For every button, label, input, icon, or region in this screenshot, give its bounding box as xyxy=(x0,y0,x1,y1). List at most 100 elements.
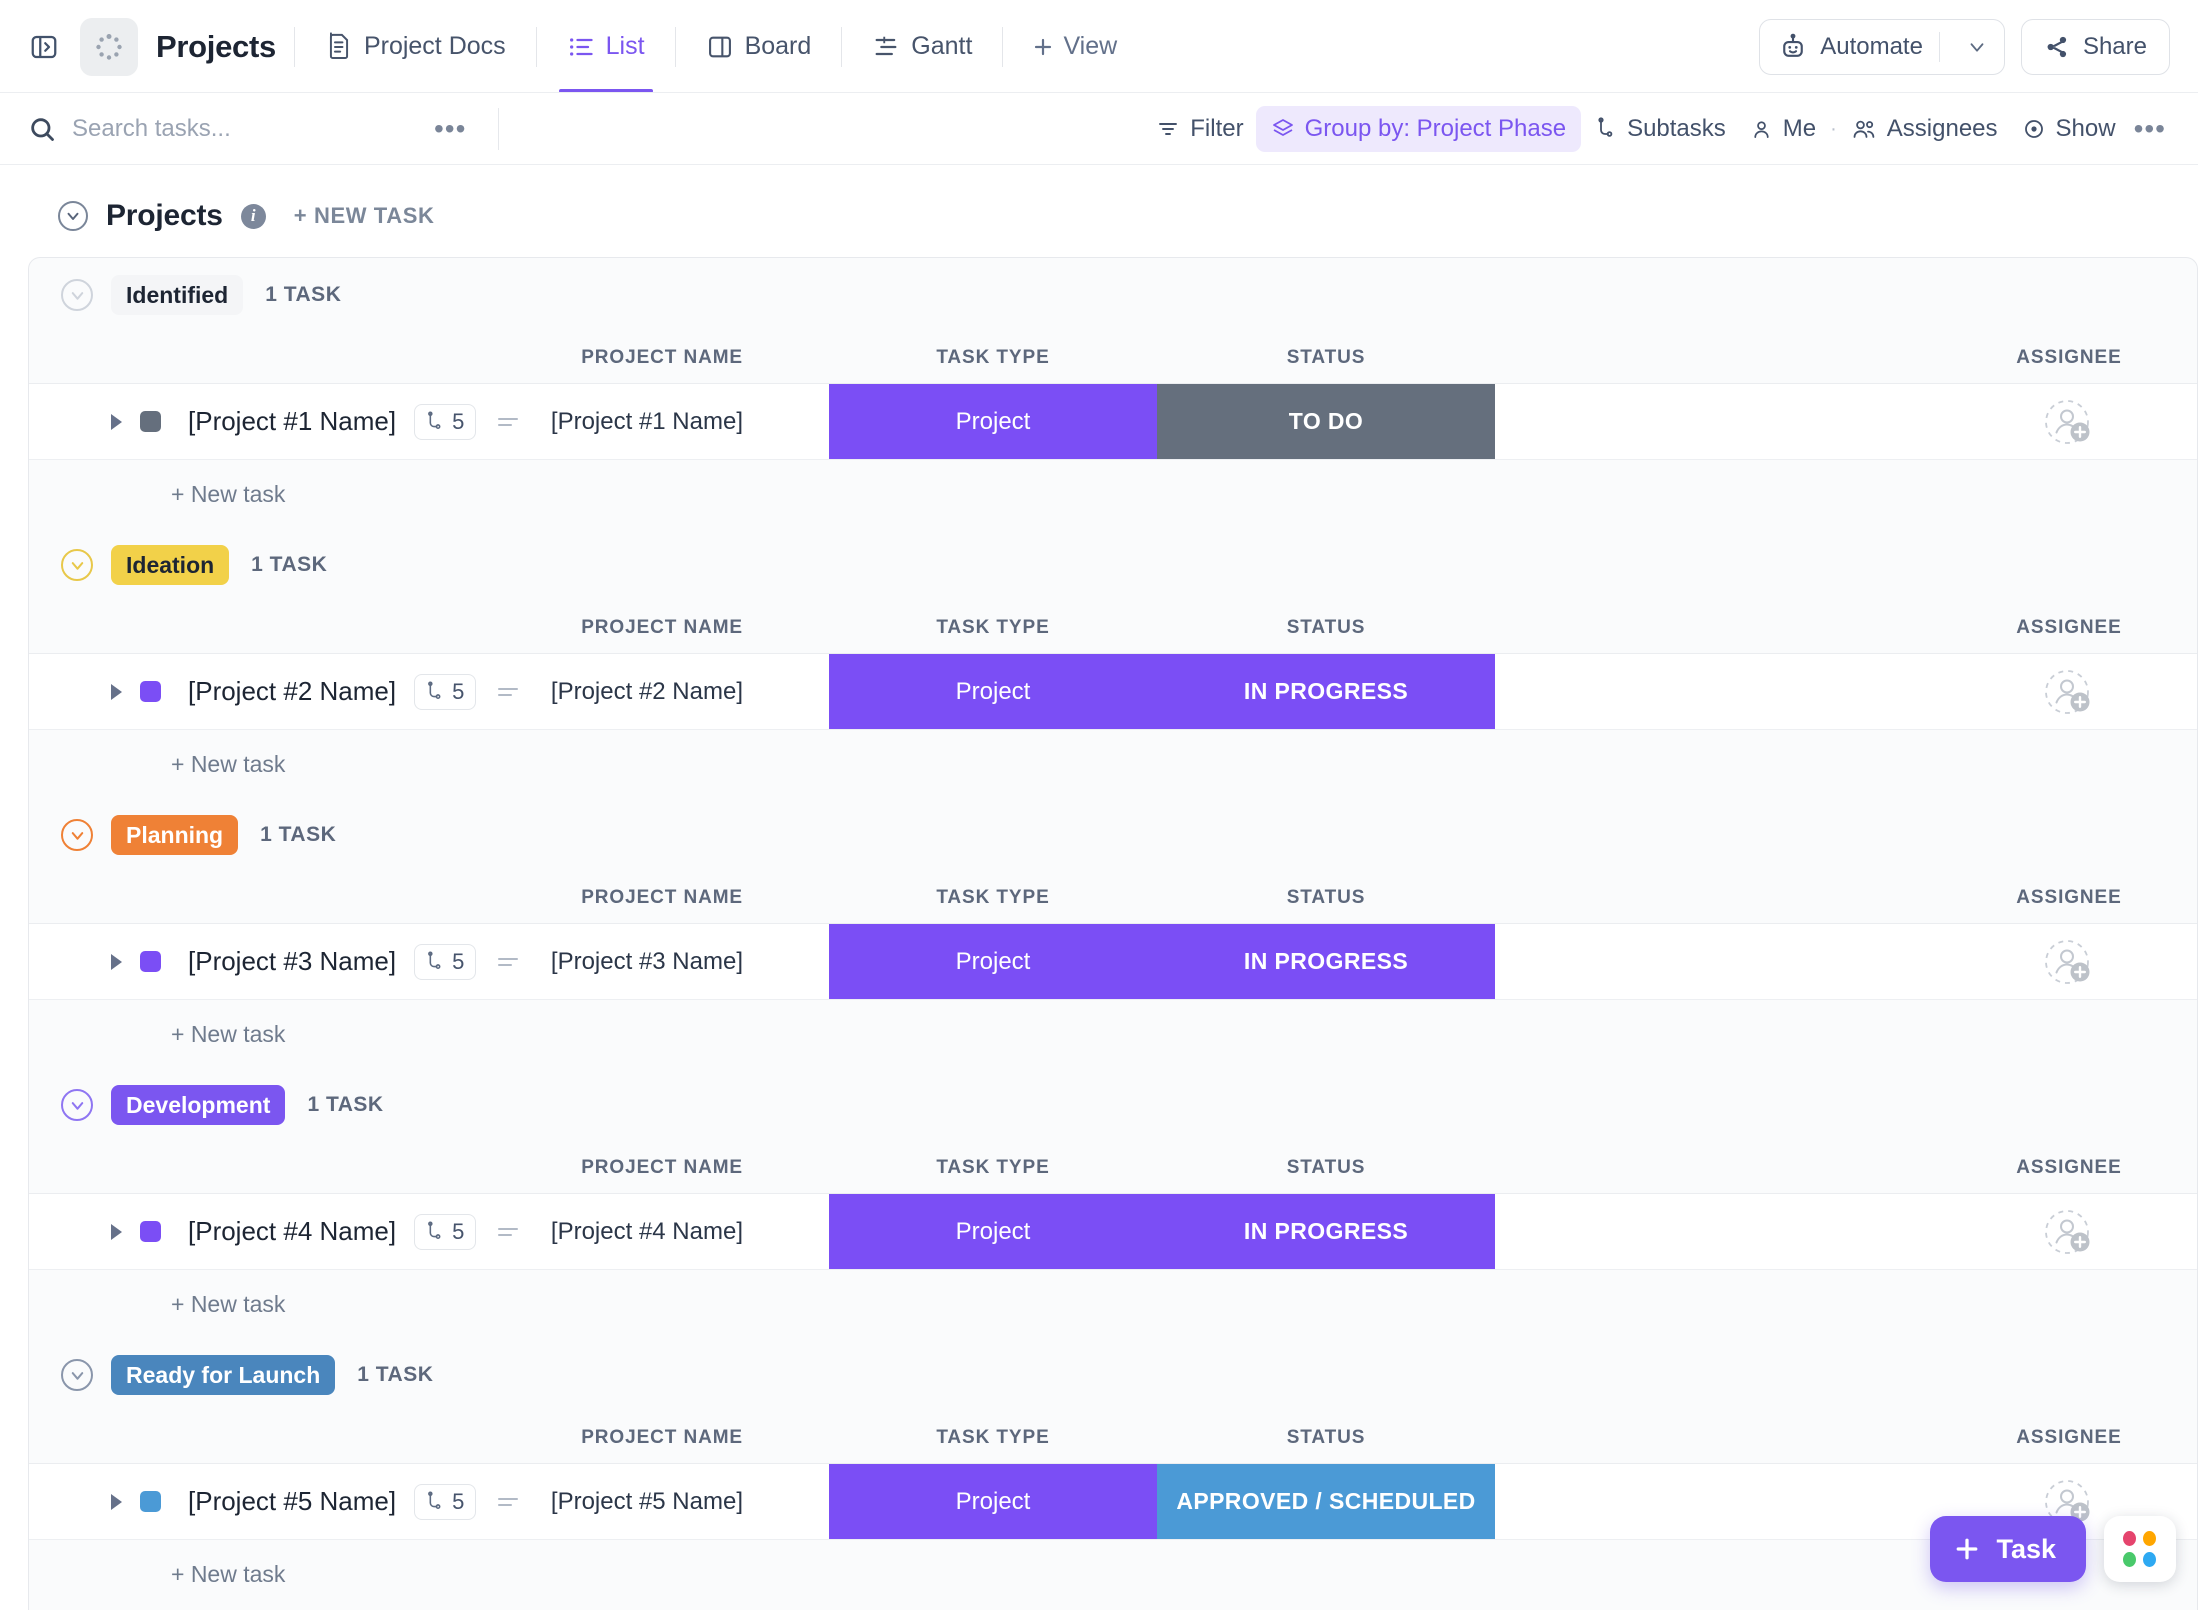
task-type-cell[interactable]: Project xyxy=(829,1464,1157,1539)
chevron-down-icon[interactable] xyxy=(1956,36,1998,58)
group-collapse-icon[interactable] xyxy=(61,549,93,581)
column-header-project-name[interactable]: PROJECT NAME xyxy=(111,332,829,383)
new-task-row[interactable]: + New task xyxy=(29,1270,2197,1338)
subtask-count-chip[interactable]: 5 xyxy=(414,673,477,710)
assignee-cell[interactable] xyxy=(1941,384,2197,460)
status-cell[interactable]: IN PROGRESS xyxy=(1157,654,1495,729)
task-status-square[interactable] xyxy=(140,681,161,702)
column-header-project-name[interactable]: PROJECT NAME xyxy=(111,602,829,653)
phase-badge[interactable]: Identified xyxy=(111,274,244,316)
task-name-cell[interactable]: [Project #1 Name] 5 [Project #1 Name] xyxy=(111,384,829,459)
phase-badge[interactable]: Ready for Launch xyxy=(111,1354,336,1396)
description-icon[interactable] xyxy=(498,957,519,966)
phase-badge[interactable]: Ideation xyxy=(111,544,230,586)
show-button[interactable]: Show xyxy=(2010,107,2128,151)
column-header-project-name[interactable]: PROJECT NAME xyxy=(111,872,829,923)
group-collapse-icon[interactable] xyxy=(61,1089,93,1121)
sidebar-toggle-icon[interactable] xyxy=(22,25,66,69)
column-header-task-type[interactable]: TASK TYPE xyxy=(829,1142,1157,1193)
column-header-status[interactable]: STATUS xyxy=(1157,1412,1495,1463)
task-type-cell[interactable]: Project xyxy=(829,924,1157,999)
column-header-status[interactable]: STATUS xyxy=(1157,872,1495,923)
me-button[interactable]: Me xyxy=(1738,107,1828,151)
task-status-square[interactable] xyxy=(140,411,161,432)
description-icon[interactable] xyxy=(498,1227,519,1236)
toolbar-overflow-button[interactable]: ••• xyxy=(2128,113,2172,145)
filter-button[interactable]: Filter xyxy=(1144,107,1255,151)
column-header-status[interactable]: STATUS xyxy=(1157,1142,1495,1193)
column-header-assignee[interactable]: ASSIGNEE xyxy=(1941,872,2197,924)
search-box[interactable] xyxy=(28,115,428,143)
automate-button[interactable]: Automate xyxy=(1759,18,2005,75)
task-type-cell[interactable]: Project xyxy=(829,654,1157,729)
subtask-count-chip[interactable]: 5 xyxy=(414,403,477,440)
task-status-square[interactable] xyxy=(140,1221,161,1242)
add-view-button[interactable]: View xyxy=(1021,24,1127,69)
new-task-row[interactable]: + New task xyxy=(29,1000,2197,1068)
subtask-count-chip[interactable]: 5 xyxy=(414,943,477,980)
search-input[interactable] xyxy=(72,115,352,143)
expand-subtasks-icon[interactable] xyxy=(111,1223,122,1240)
description-icon[interactable] xyxy=(498,417,519,426)
task-name-cell[interactable]: [Project #5 Name] 5 [Project #5 Name] xyxy=(111,1464,829,1539)
assignees-button[interactable]: Assignees xyxy=(1839,107,2010,151)
task-status-square[interactable] xyxy=(140,1491,161,1512)
description-icon[interactable] xyxy=(498,1497,519,1506)
task-type-cell[interactable]: Project xyxy=(829,1194,1157,1269)
tab-project-docs[interactable]: Project Docs xyxy=(313,0,518,93)
status-cell[interactable]: APPROVED / SCHEDULED xyxy=(1157,1464,1495,1539)
search-overflow-button[interactable]: ••• xyxy=(428,113,472,145)
column-header-project-name[interactable]: PROJECT NAME xyxy=(111,1412,829,1463)
subtask-count-chip[interactable]: 5 xyxy=(414,1483,477,1520)
expand-subtasks-icon[interactable] xyxy=(111,413,122,430)
new-task-row[interactable]: + New task xyxy=(29,1540,2197,1608)
add-task-fab[interactable]: Task xyxy=(1930,1516,2086,1582)
description-icon[interactable] xyxy=(498,687,519,696)
column-header-assignee[interactable]: ASSIGNEE xyxy=(1941,332,2197,384)
column-header-task-type[interactable]: TASK TYPE xyxy=(829,872,1157,923)
share-button[interactable]: Share xyxy=(2020,18,2170,75)
assignee-cell[interactable] xyxy=(1941,1194,2197,1270)
assignee-cell[interactable] xyxy=(1941,924,2197,1000)
add-assignee-button[interactable] xyxy=(2041,664,2097,720)
table-row[interactable]: [Project #3 Name] 5 [Project #3 Name] Pr… xyxy=(29,924,2197,1000)
task-name-cell[interactable]: [Project #3 Name] 5 [Project #3 Name] xyxy=(111,924,829,999)
table-row[interactable]: [Project #4 Name] 5 [Project #4 Name] Pr… xyxy=(29,1194,2197,1270)
column-header-assignee[interactable]: ASSIGNEE xyxy=(1941,602,2197,654)
task-name-cell[interactable]: [Project #2 Name] 5 [Project #2 Name] xyxy=(111,654,829,729)
group-collapse-icon[interactable] xyxy=(61,279,93,311)
task-type-cell[interactable]: Project xyxy=(829,384,1157,459)
task-name-cell[interactable]: [Project #4 Name] 5 [Project #4 Name] xyxy=(111,1194,829,1269)
column-header-project-name[interactable]: PROJECT NAME xyxy=(111,1142,829,1193)
new-task-row[interactable]: + New task xyxy=(29,460,2197,528)
group-collapse-icon[interactable] xyxy=(61,1359,93,1391)
space-avatar-icon[interactable] xyxy=(80,17,138,76)
phase-badge[interactable]: Planning xyxy=(111,814,239,856)
subtask-count-chip[interactable]: 5 xyxy=(414,1213,477,1250)
subtasks-button[interactable]: Subtasks xyxy=(1581,107,1738,151)
info-icon[interactable]: i xyxy=(240,203,266,229)
add-assignee-button[interactable] xyxy=(2041,934,2097,990)
clickup-logo-button[interactable] xyxy=(2104,1516,2176,1582)
expand-subtasks-icon[interactable] xyxy=(111,1493,122,1510)
add-assignee-button[interactable] xyxy=(2041,1204,2097,1260)
new-task-row[interactable]: + New task xyxy=(29,730,2197,798)
tab-gantt[interactable]: Gantt xyxy=(860,0,984,93)
new-task-header-button[interactable]: + NEW TASK xyxy=(294,203,435,229)
table-row[interactable]: [Project #2 Name] 5 [Project #2 Name] Pr… xyxy=(29,654,2197,730)
column-header-assignee[interactable]: ASSIGNEE xyxy=(1941,1142,2197,1194)
status-cell[interactable]: IN PROGRESS xyxy=(1157,1194,1495,1269)
status-cell[interactable]: TO DO xyxy=(1157,384,1495,459)
assignee-cell[interactable] xyxy=(1941,654,2197,730)
status-cell[interactable]: IN PROGRESS xyxy=(1157,924,1495,999)
column-header-task-type[interactable]: TASK TYPE xyxy=(829,602,1157,653)
phase-badge[interactable]: Development xyxy=(111,1084,286,1126)
group-by-button[interactable]: Group by: Project Phase xyxy=(1255,106,1582,152)
table-row[interactable]: [Project #1 Name] 5 [Project #1 Name] Pr… xyxy=(29,384,2197,460)
group-collapse-icon[interactable] xyxy=(61,819,93,851)
expand-subtasks-icon[interactable] xyxy=(111,953,122,970)
expand-subtasks-icon[interactable] xyxy=(111,683,122,700)
table-row[interactable]: [Project #5 Name] 5 [Project #5 Name] Pr… xyxy=(29,1464,2197,1540)
add-assignee-button[interactable] xyxy=(2041,394,2097,450)
column-header-assignee[interactable]: ASSIGNEE xyxy=(1941,1412,2197,1464)
